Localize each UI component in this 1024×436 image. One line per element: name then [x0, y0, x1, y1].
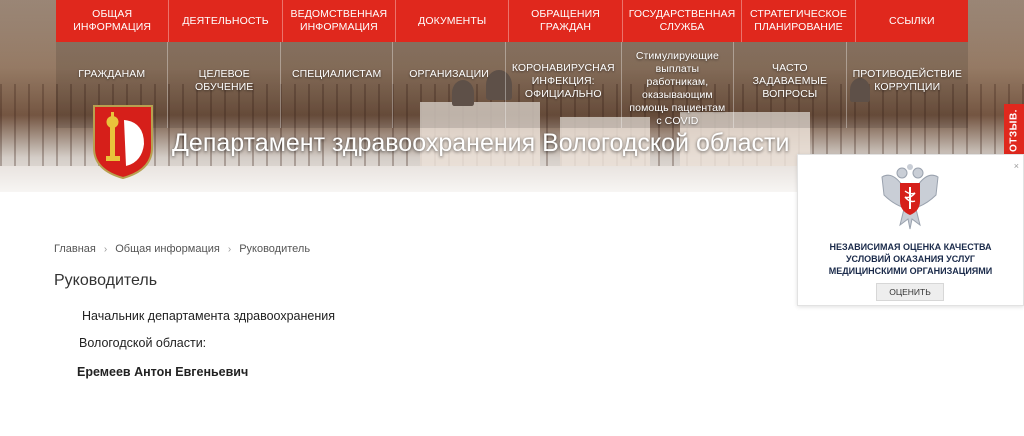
menu-item-covid-payments[interactable]: Стимулирующие выплаты работникам, оказыв… — [622, 42, 735, 128]
menu-item-strategic-planning[interactable]: Стратегическое планирование — [742, 0, 856, 42]
menu-item-civil-service[interactable]: Государственная служба — [623, 0, 743, 42]
russian-eagle-health-icon — [878, 163, 942, 233]
menu-item-targeted-training[interactable]: Целевое обучение — [168, 42, 281, 128]
main-menu-primary: Общая информация Деятельность Ведомствен… — [56, 0, 968, 42]
breadcrumb-separator: › — [103, 243, 108, 255]
menu-item-organizations[interactable]: Организации — [393, 42, 506, 128]
menu-item-faq[interactable]: Часто задаваемые вопросы — [734, 42, 847, 128]
quality-text-line: условий оказания услуг — [845, 254, 976, 264]
rate-button[interactable]: Оценить — [876, 283, 944, 301]
menu-item-general-info[interactable]: Общая информация — [56, 0, 170, 42]
breadcrumb-home[interactable]: Главная — [54, 243, 96, 255]
position-title: Начальник департамента здравоохранения — [82, 309, 336, 323]
page-title: Руководитель — [54, 272, 158, 289]
site-title[interactable]: Департамент здравоохранения Вологодской … — [172, 129, 789, 158]
menu-item-links[interactable]: Ссылки — [856, 0, 968, 42]
vologda-coat-of-arms-icon[interactable] — [92, 104, 154, 180]
feedback-tab[interactable]: ОТЗЫВ. — [1004, 104, 1024, 158]
menu-item-anti-corruption[interactable]: Противодействие коррупции — [847, 42, 968, 128]
quality-text-line: Независимая оценка качества — [829, 242, 992, 252]
menu-item-specialists[interactable]: Специалистам — [281, 42, 394, 128]
menu-item-citizen-appeals[interactable]: Обращения граждан — [509, 0, 623, 42]
head-name: Еремеев Антон Евгеньевич — [77, 365, 249, 379]
breadcrumb-general-info[interactable]: Общая информация — [115, 243, 220, 255]
breadcrumb-current: Руководитель — [239, 243, 311, 255]
breadcrumb-separator: › — [227, 243, 232, 255]
breadcrumb: Главная › Общая информация › Руководител… — [54, 243, 310, 255]
main-menu-secondary: Гражданам Целевое обучение Специалистам … — [56, 42, 968, 128]
menu-item-coronavirus[interactable]: Коронавирусная инфекция: официально — [506, 42, 622, 128]
quality-text-line: медицинскими организациями — [828, 266, 993, 276]
position-region: Вологодской области: — [79, 336, 207, 350]
close-icon[interactable]: × — [1014, 161, 1019, 171]
menu-item-activity[interactable]: Деятельность — [169, 0, 283, 42]
menu-item-documents[interactable]: Документы — [396, 0, 510, 42]
quality-assessment-widget: × Независимая оценка качества условий ок… — [797, 154, 1024, 306]
menu-item-departmental-info[interactable]: Ведомственная информация — [283, 0, 397, 42]
quality-assessment-text: Независимая оценка качества условий оказ… — [798, 241, 1023, 277]
